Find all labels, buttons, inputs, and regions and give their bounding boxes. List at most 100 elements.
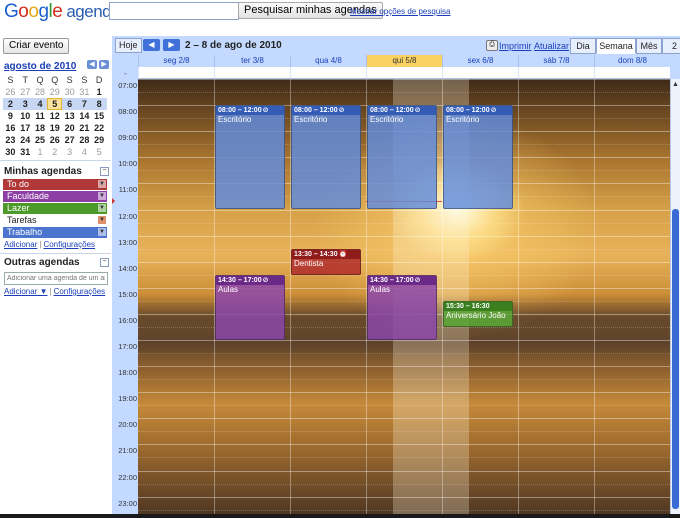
allday-cell[interactable] (366, 67, 442, 78)
tab-custom[interactable]: 2 s (662, 38, 680, 54)
today-button[interactable]: Hoje (115, 38, 142, 53)
mini-day[interactable]: 22 (92, 122, 107, 134)
mini-day[interactable]: 4 (77, 146, 92, 158)
mini-day[interactable]: 14 (77, 110, 92, 122)
allday-cell[interactable] (442, 67, 518, 78)
day-header[interactable]: dom 8/8 (594, 55, 670, 67)
calendar-event[interactable]: 14:30 – 17:00⊘ Aulas (367, 274, 437, 340)
other-calendars-collapse-icon[interactable]: − (100, 258, 109, 267)
mini-next-month-icon[interactable]: ▶ (99, 60, 109, 69)
create-event-button[interactable]: Criar evento (3, 38, 70, 54)
mini-day[interactable]: 9 (3, 110, 18, 122)
add-other-calendar-link[interactable]: Adicionar ▼ (4, 287, 48, 296)
calendar-options-icon[interactable]: ▼ (98, 204, 106, 212)
mini-day[interactable]: 26 (47, 134, 62, 146)
allday-cell[interactable] (138, 67, 214, 78)
mini-day[interactable]: 23 (3, 134, 18, 146)
allday-row[interactable] (138, 67, 670, 79)
mini-day[interactable]: 25 (33, 134, 48, 146)
mini-day-today[interactable]: 5 (47, 98, 63, 110)
day-header[interactable]: seg 2/8 (138, 55, 214, 67)
mini-day[interactable]: 8 (91, 98, 107, 110)
calendar-options-icon[interactable]: ▼ (98, 228, 106, 236)
mini-day[interactable]: 26 (3, 86, 18, 98)
other-calendars-title[interactable]: Outras agendas (4, 257, 80, 268)
allday-cell[interactable] (594, 67, 670, 78)
background-image[interactable]: 08:00 – 12:00⊘ Escritório 08:00 – 12:00⊘ Es… (138, 79, 670, 518)
refresh-link[interactable]: Atualizar (534, 41, 569, 51)
prev-period-icon[interactable]: ◀ (143, 39, 160, 51)
mini-day[interactable]: 11 (33, 110, 48, 122)
calendar-options-icon[interactable]: ▼ (98, 216, 106, 224)
scrollbar-thumb[interactable] (672, 209, 679, 509)
mini-day[interactable]: 28 (77, 134, 92, 146)
mini-day[interactable]: 4 (32, 98, 48, 110)
mini-day[interactable]: 3 (62, 146, 77, 158)
mini-day[interactable]: 24 (18, 134, 33, 146)
mini-day[interactable]: 15 (92, 110, 107, 122)
calendar-event[interactable]: 08:00 – 12:00⊘ Escritório (215, 105, 285, 210)
mini-day[interactable]: 2 (47, 146, 62, 158)
mini-day[interactable]: 5 (92, 146, 107, 158)
next-period-icon[interactable]: ▶ (163, 39, 180, 51)
mini-day[interactable]: 1 (92, 86, 107, 98)
printer-icon[interactable]: ⎙ (486, 40, 498, 51)
google-calendar-logo[interactable]: Google agenda (4, 1, 121, 23)
mini-day[interactable]: 7 (76, 98, 92, 110)
my-calendars-collapse-icon[interactable]: − (100, 167, 109, 176)
mini-day[interactable]: 29 (92, 134, 107, 146)
calendar-item[interactable]: Trabalho ▼ (3, 227, 107, 238)
scroll-up-icon[interactable]: ▲ (672, 81, 679, 88)
mini-day[interactable]: 21 (77, 122, 92, 134)
mini-day[interactable]: 29 (47, 86, 62, 98)
allday-cell[interactable] (290, 67, 366, 78)
add-calendar-link[interactable]: Adicionar (4, 240, 37, 249)
calendar-item[interactable]: Faculdade ▼ (3, 191, 107, 202)
grid-scrollbar[interactable]: ▲ (670, 79, 680, 518)
mini-day[interactable]: 13 (62, 110, 77, 122)
mini-day[interactable]: 31 (77, 86, 92, 98)
mini-day[interactable]: 12 (47, 110, 62, 122)
my-calendars-title[interactable]: Minhas agendas (4, 166, 82, 177)
mini-day[interactable]: 6 (62, 98, 77, 110)
mini-day[interactable]: 27 (62, 134, 77, 146)
print-link[interactable]: Imprimir (499, 41, 532, 51)
mini-day[interactable]: 17 (18, 122, 33, 134)
day-header[interactable]: sáb 7/8 (518, 55, 594, 67)
allday-cell[interactable] (214, 67, 290, 78)
mini-prev-month-icon[interactable]: ◀ (87, 60, 97, 69)
mini-day[interactable]: 28 (33, 86, 48, 98)
mini-day[interactable]: 30 (62, 86, 77, 98)
show-search-options-link[interactable]: Mostrar opções de pesquisa (350, 7, 451, 16)
other-calendar-settings-link[interactable]: Configurações (54, 287, 106, 296)
mini-day[interactable]: 1 (33, 146, 48, 158)
day-header[interactable]: sex 6/8 (442, 55, 518, 67)
calendar-event[interactable]: 08:00 – 12:00⊘ Escritório (443, 105, 513, 210)
calendar-event[interactable]: 15:30 – 16:30 Aniversário João (443, 300, 513, 327)
allday-cell[interactable] (518, 67, 594, 78)
mini-day[interactable]: 30 (3, 146, 18, 158)
mini-day[interactable]: 10 (18, 110, 33, 122)
day-header[interactable]: qui 5/8 (366, 55, 442, 67)
calendar-event[interactable]: 14:30 – 17:00⊘ Aulas (215, 274, 285, 340)
calendar-item[interactable]: To do ▼ (3, 179, 107, 190)
day-header[interactable]: qua 4/8 (290, 55, 366, 67)
mini-calendar-title[interactable]: agosto de 2010 (4, 61, 76, 72)
mini-day[interactable]: 19 (47, 122, 62, 134)
mini-day[interactable]: 31 (18, 146, 33, 158)
tab-month[interactable]: Mês (636, 38, 662, 54)
calendar-event[interactable]: 13:30 – 14:30⏰ Dentista (291, 248, 361, 275)
mini-day[interactable]: 2 (3, 98, 18, 110)
calendar-item[interactable]: Tarefas ▼ (3, 215, 107, 226)
calendar-options-icon[interactable]: ▼ (98, 180, 106, 188)
tab-week[interactable]: Semana (596, 38, 636, 54)
calendar-options-icon[interactable]: ▼ (98, 192, 106, 200)
tab-day[interactable]: Dia (570, 38, 596, 54)
add-friend-calendar-input[interactable] (4, 272, 108, 285)
mini-day[interactable]: 27 (18, 86, 33, 98)
calendar-item[interactable]: Lazer ▼ (3, 203, 107, 214)
calendar-event[interactable]: 08:00 – 12:00⊘ Escritório (367, 105, 437, 210)
calendar-settings-link[interactable]: Configurações (43, 240, 95, 249)
mini-day[interactable]: 18 (33, 122, 48, 134)
search-input[interactable] (109, 2, 239, 20)
